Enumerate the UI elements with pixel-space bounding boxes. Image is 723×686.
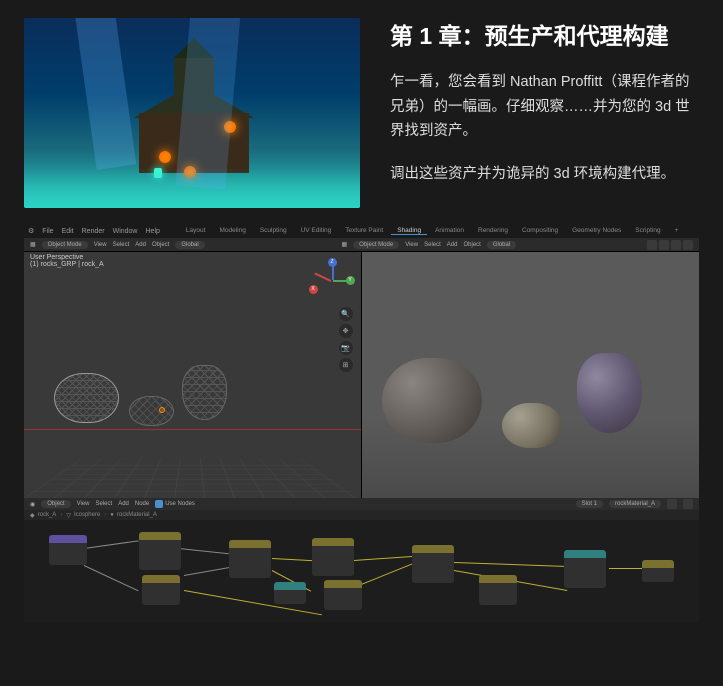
menu-window[interactable]: Window [113,228,138,235]
chapter-hero-image [24,18,360,208]
mode-dropdown-left[interactable]: Object Mode [42,241,88,249]
shader-node[interactable] [324,580,362,610]
workspace-tabs: Layout Modeling Sculpting UV Editing Tex… [180,227,684,235]
toolbar-object[interactable]: Object [152,242,169,248]
shader-node[interactable] [642,560,674,582]
chapter-paragraph-2: 调出这些资产并为诡异的 3d 环境构建代理。 [390,162,699,187]
tab-compositing[interactable]: Compositing [516,227,564,235]
axis-z-icon[interactable]: Z [328,258,337,267]
axis-x-icon[interactable]: X [309,285,318,294]
node-breadcrumb: ◆ rock_A › ▽ Icosphere › ● rockMaterial_… [24,510,699,520]
camera-view-icon[interactable]: 📷 [339,341,353,355]
tab-layout[interactable]: Layout [180,227,212,235]
menu-edit[interactable]: Edit [62,228,74,235]
editor-type-icon-right[interactable]: ▦ [342,241,348,248]
editor-type-icon[interactable]: ▦ [30,241,36,248]
tab-animation[interactable]: Animation [429,227,470,235]
toolbar-view-r[interactable]: View [405,242,418,248]
viewport-rendered[interactable] [362,252,700,498]
move-view-icon[interactable]: ✥ [339,324,353,338]
textured-rock-c[interactable] [577,353,642,433]
shader-node[interactable] [479,575,517,605]
axis-y-icon[interactable]: Y [346,276,355,285]
use-nodes-label: Use Nodes [165,501,195,507]
use-nodes-checkbox[interactable] [155,500,163,508]
wireframe-rock-c[interactable] [182,365,227,420]
toolbar-select-r[interactable]: Select [424,242,441,248]
tab-geometrynodes[interactable]: Geometry Nodes [566,227,627,235]
shading-mode-icon[interactable] [683,240,693,250]
shader-node[interactable] [312,538,354,576]
perspective-toggle-icon[interactable]: ⊞ [339,358,353,372]
ne-menu-select[interactable]: Select [96,501,113,507]
blender-screenshot: ⚙ File Edit Render Window Help Layout Mo… [24,224,699,622]
shading-mode-icon[interactable] [659,240,669,250]
shader-node[interactable] [412,545,454,583]
shader-node[interactable] [229,540,271,578]
shader-node[interactable] [274,582,306,604]
tab-scripting[interactable]: Scripting [629,227,666,235]
wireframe-rock-a[interactable] [54,373,119,423]
ne-menu-node[interactable]: Node [135,501,149,507]
toolbar-view[interactable]: View [94,242,107,248]
zoom-icon[interactable]: 🔍 [339,307,353,321]
textured-rock-a[interactable] [382,358,482,443]
viewport-wireframe[interactable]: User Perspective (1) rocks_GRP | rock_A … [24,252,362,498]
material-name-field[interactable]: rockMaterial_A [609,500,661,508]
shader-node[interactable] [564,550,606,588]
breadcrumb-mesh[interactable]: ▽ Icosphere [66,512,100,519]
tab-sculpting[interactable]: Sculpting [254,227,293,235]
grid-floor [24,459,361,498]
tab-uvediting[interactable]: UV Editing [295,227,338,235]
object-origin-icon [159,407,165,413]
orientation-dropdown-left[interactable]: Global [175,241,204,249]
toolbar-add[interactable]: Add [135,242,146,248]
world-axis-x [24,429,361,430]
shading-mode-icon[interactable] [647,240,657,250]
tab-rendering[interactable]: Rendering [472,227,514,235]
slot-dropdown[interactable]: Slot 1 [576,500,603,508]
snap-icon[interactable] [683,499,693,509]
tab-modeling[interactable]: Modeling [213,227,251,235]
shader-node[interactable] [49,535,87,565]
ne-menu-view[interactable]: View [77,501,90,507]
node-editor-type-icon[interactable]: ◉ [30,501,35,508]
navigation-gizmo[interactable]: X Y Z [313,260,353,300]
shader-node[interactable] [139,532,181,570]
toolbar-object-r[interactable]: Object [463,242,480,248]
wireframe-rock-b[interactable] [129,396,174,426]
shader-node[interactable] [142,575,180,605]
toolbar-add-r[interactable]: Add [447,242,458,248]
orientation-dropdown-right[interactable]: Global [487,241,516,249]
textured-rock-b[interactable] [502,403,562,448]
shader-node-editor[interactable]: ◉ Object View Select Add Node Use Nodes … [24,498,699,622]
ne-menu-add[interactable]: Add [118,501,129,507]
tab-add[interactable]: + [669,227,685,235]
collection-path-label: (1) rocks_GRP | rock_A [30,261,104,268]
toolbar-select[interactable]: Select [113,242,130,248]
node-object-dropdown[interactable]: Object [41,500,70,508]
tab-shading[interactable]: Shading [391,227,427,235]
menu-help[interactable]: Help [146,228,160,235]
breadcrumb-object[interactable]: ◆ rock_A [30,512,56,519]
shading-mode-icon[interactable] [671,240,681,250]
chapter-title: 第 1 章：预生产和代理构建 [390,20,699,52]
blender-menubar: ⚙ File Edit Render Window Help Layout Mo… [24,224,699,238]
breadcrumb-material[interactable]: ● rockMaterial_A [110,512,157,518]
chapter-paragraph-1: 乍一看，您会看到 Nathan Proffitt（课程作者的兄弟）的一幅画。仔细… [390,70,699,144]
pin-icon[interactable] [667,499,677,509]
tab-texturepaint[interactable]: Texture Paint [339,227,389,235]
blender-logo-icon[interactable]: ⚙ [28,227,34,235]
perspective-label: User Perspective [30,254,104,261]
menu-render[interactable]: Render [82,228,105,235]
mode-dropdown-right[interactable]: Object Mode [353,241,399,249]
menu-file[interactable]: File [42,228,53,235]
